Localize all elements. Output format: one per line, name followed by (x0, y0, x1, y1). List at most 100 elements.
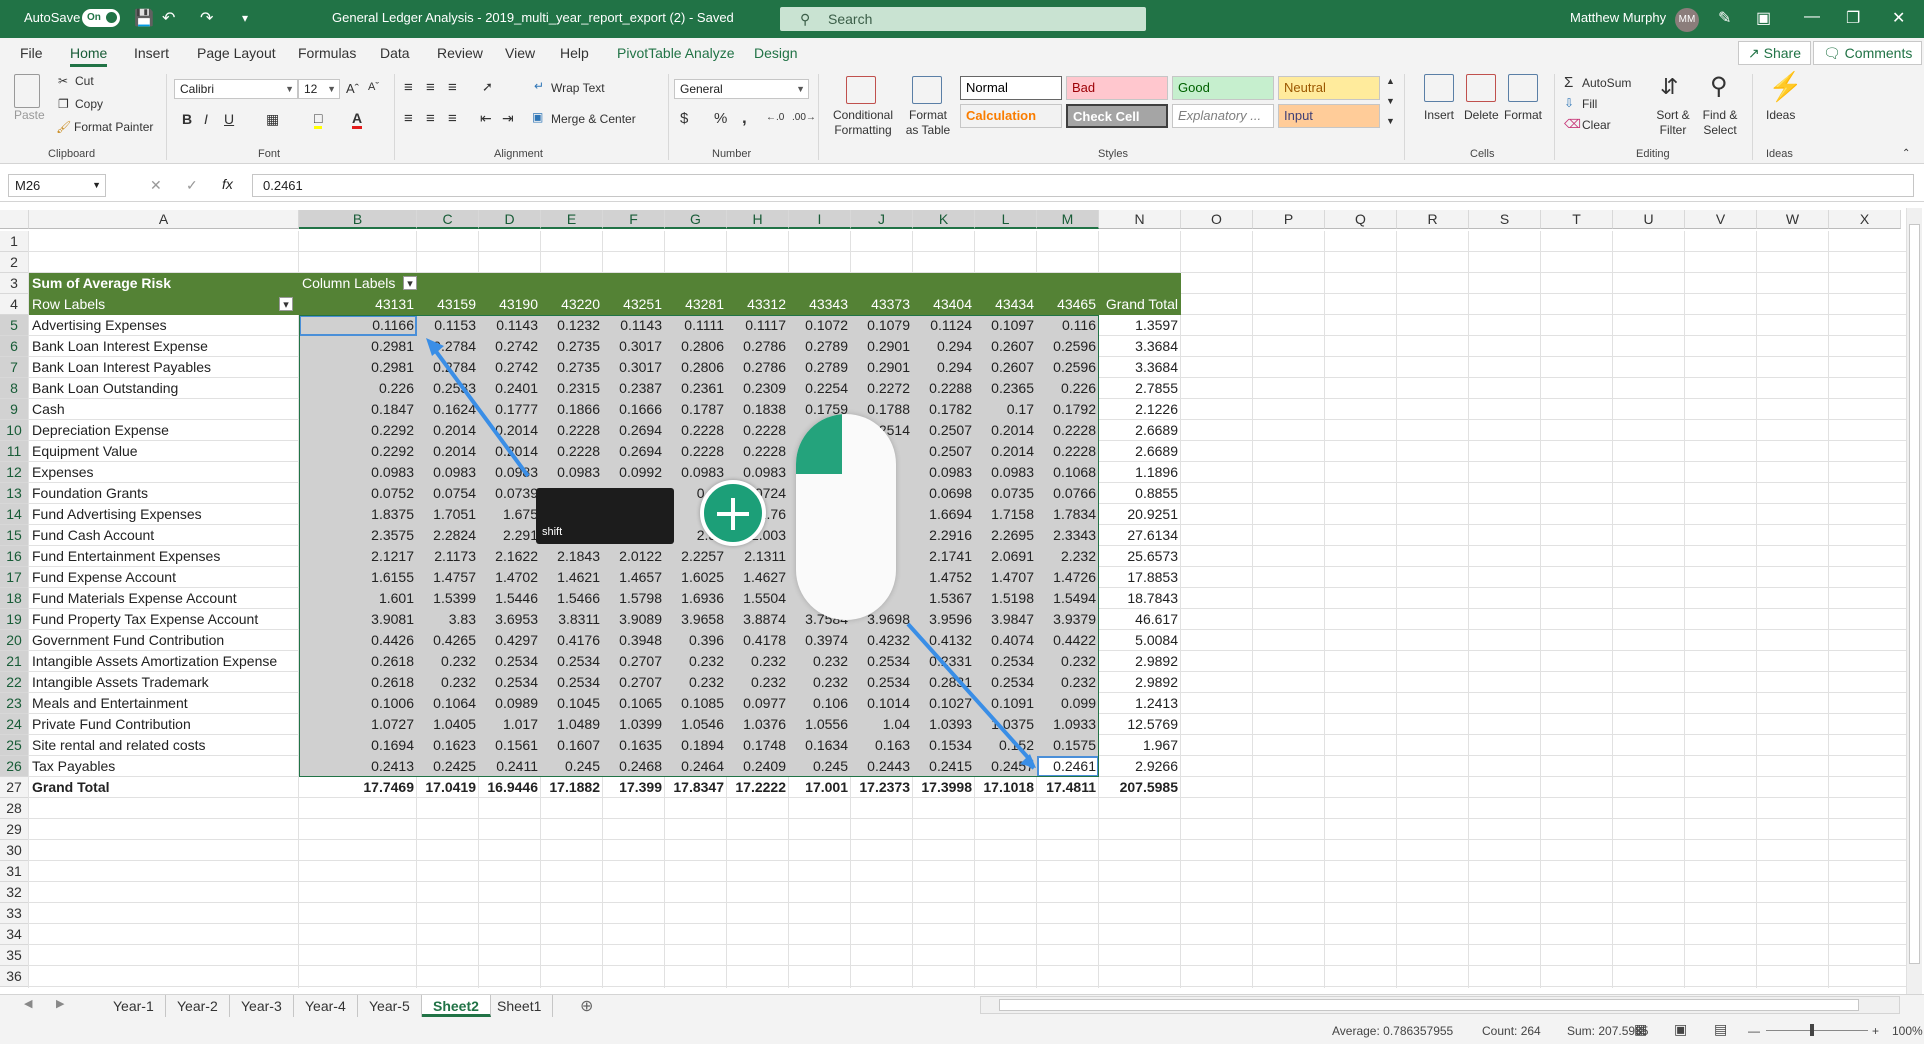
row-label[interactable]: Fund Advertising Expenses (29, 504, 299, 525)
find-select-button[interactable]: Find & Select (1698, 108, 1742, 138)
grand-total-cell[interactable]: 16.9446 (479, 777, 541, 798)
fill-color-icon[interactable]: □ (314, 110, 323, 129)
pivot-header-band[interactable] (851, 273, 913, 294)
row-label[interactable]: Fund Entertainment Expenses (29, 546, 299, 567)
row-header[interactable]: 11 (0, 441, 29, 462)
cut-button[interactable]: Cut (75, 74, 94, 88)
row-header[interactable]: 34 (0, 924, 29, 945)
row-total[interactable]: 2.9892 (1099, 672, 1181, 693)
redo-icon[interactable]: ↷ (200, 8, 213, 28)
column-header[interactable]: S (1469, 210, 1541, 229)
date-column-header[interactable]: 43312 (727, 294, 789, 315)
row-header[interactable]: 35 (0, 945, 29, 966)
column-header[interactable]: X (1829, 210, 1901, 229)
borders-icon[interactable]: ▦ (266, 111, 279, 128)
row-total[interactable]: 2.6689 (1099, 441, 1181, 462)
row-label[interactable]: Intangible Assets Trademark (29, 672, 299, 693)
row-header[interactable]: 4 (0, 294, 29, 315)
row-label[interactable]: Fund Cash Account (29, 525, 299, 546)
pivot-header-band[interactable] (1099, 273, 1181, 294)
column-header[interactable]: P (1253, 210, 1325, 229)
row-header[interactable]: 20 (0, 630, 29, 651)
zoom-slider-thumb[interactable] (1810, 1024, 1814, 1036)
row-label[interactable]: Bank Loan Interest Expense (29, 336, 299, 357)
row-label[interactable]: Expenses (29, 462, 299, 483)
row-header[interactable]: 1 (0, 231, 29, 252)
row-header[interactable]: 6 (0, 336, 29, 357)
collapse-ribbon-icon[interactable]: ⌃ (1902, 148, 1910, 159)
underline-button[interactable]: U (224, 111, 234, 127)
column-header[interactable]: L (975, 210, 1037, 229)
row-label[interactable]: Intangible Assets Amortization Expense (29, 651, 299, 672)
row-total[interactable]: 2.7855 (1099, 378, 1181, 399)
align-center-icon[interactable]: ≡ (426, 110, 435, 127)
row-total[interactable]: 27.6134 (1099, 525, 1181, 546)
cell-style-good[interactable]: Good (1172, 76, 1274, 100)
column-header[interactable]: K (913, 210, 975, 229)
page-layout-view-icon[interactable]: ▣ (1674, 1021, 1687, 1038)
sheet-tab[interactable]: Year-2 (166, 995, 230, 1017)
row-header[interactable]: 22 (0, 672, 29, 693)
tab-pivottable-analyze[interactable]: PivotTable Analyze (617, 45, 735, 61)
row-label[interactable]: Fund Materials Expense Account (29, 588, 299, 609)
row-label[interactable]: Bank Loan Outstanding (29, 378, 299, 399)
row-label[interactable]: Cash (29, 399, 299, 420)
autosum-button[interactable]: AutoSum (1582, 76, 1631, 90)
row-header[interactable]: 30 (0, 840, 29, 861)
column-header[interactable]: F (603, 210, 665, 229)
row-header[interactable]: 8 (0, 378, 29, 399)
column-header[interactable]: R (1397, 210, 1469, 229)
number-format-dropdown[interactable]: General ▼ (674, 79, 809, 99)
pivot-title[interactable]: Sum of Average Risk (29, 273, 299, 294)
date-column-header[interactable]: 43281 (665, 294, 727, 315)
sheet-tab[interactable]: Year-3 (230, 995, 294, 1017)
row-label[interactable]: Government Fund Contribution (29, 630, 299, 651)
cell-style-check-cell[interactable]: Check Cell (1066, 104, 1168, 128)
fill-button[interactable]: Fill (1582, 97, 1597, 111)
column-header[interactable]: E (541, 210, 603, 229)
undo-icon[interactable]: ↶ (162, 8, 175, 28)
tab-data[interactable]: Data (380, 45, 410, 61)
column-header[interactable]: Q (1325, 210, 1397, 229)
pivot-header-band[interactable] (665, 273, 727, 294)
customize-qat-icon[interactable]: ▾ (242, 11, 248, 25)
row-header[interactable]: 16 (0, 546, 29, 567)
pivot-header-band[interactable] (541, 273, 603, 294)
restore-icon[interactable]: ❐ (1846, 8, 1860, 28)
insert-function-icon[interactable]: fx (222, 176, 233, 192)
grand-total-cell[interactable]: 17.001 (789, 777, 851, 798)
row-label[interactable]: Bank Loan Interest Payables (29, 357, 299, 378)
zoom-slider[interactable] (1766, 1030, 1868, 1031)
row-label[interactable]: Depreciation Expense (29, 420, 299, 441)
cell-style-bad[interactable]: Bad (1066, 76, 1168, 100)
date-column-header[interactable]: 43465 (1037, 294, 1099, 315)
pen-icon[interactable]: ✎ (1718, 8, 1731, 28)
cell-style-neutral[interactable]: Neutral (1278, 76, 1380, 100)
grand-total-cell[interactable]: 17.2373 (851, 777, 913, 798)
search-box[interactable]: ⚲ Search (780, 7, 1146, 31)
column-header[interactable]: G (665, 210, 727, 229)
row-header[interactable]: 7 (0, 357, 29, 378)
comma-button[interactable]: , (742, 108, 747, 128)
row-header[interactable]: 5 (0, 315, 29, 336)
grand-total-cell[interactable]: 17.4811 (1037, 777, 1099, 798)
date-column-header[interactable]: 43159 (417, 294, 479, 315)
align-left-icon[interactable]: ≡ (404, 110, 413, 127)
row-total[interactable]: 0.8855 (1099, 483, 1181, 504)
row-header[interactable]: 14 (0, 504, 29, 525)
pivot-header-band[interactable] (479, 273, 541, 294)
tab-home[interactable]: Home (70, 45, 108, 67)
row-total[interactable]: 1.967 (1099, 735, 1181, 756)
column-header[interactable]: C (417, 210, 479, 229)
font-color-icon[interactable]: A (352, 110, 363, 129)
row-total[interactable]: 2.6689 (1099, 420, 1181, 441)
date-column-header[interactable]: 43373 (851, 294, 913, 315)
delete-cells-button[interactable]: Delete (1464, 108, 1499, 122)
grand-total-cell[interactable]: 17.1882 (541, 777, 603, 798)
clear-button[interactable]: Clear (1582, 118, 1611, 132)
italic-button[interactable]: I (204, 111, 208, 127)
column-labels-filter[interactable]: Column Labels (299, 273, 417, 294)
row-header[interactable]: 12 (0, 462, 29, 483)
row-header[interactable]: 9 (0, 399, 29, 420)
row-label[interactable]: Meals and Entertainment (29, 693, 299, 714)
